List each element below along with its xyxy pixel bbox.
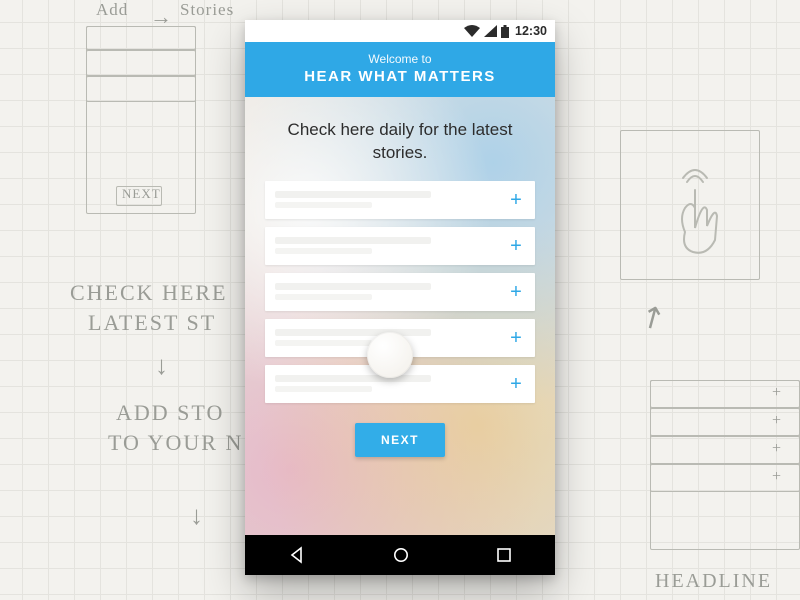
sketch-text-headline: HEADLINE <box>655 570 772 593</box>
sketch-text-to: TO YOUR N <box>108 430 243 456</box>
story-placeholder <box>275 181 505 219</box>
sketch-curve-arrow: ↗ <box>633 296 672 339</box>
cell-signal-icon <box>484 25 497 37</box>
add-story-button[interactable]: + <box>505 190 527 210</box>
sketch-plus: + <box>772 384 782 402</box>
sketch-hand-icon <box>655 160 735 260</box>
sketch-label-add: Add <box>96 0 128 20</box>
sketch-text-check: CHECK HERE <box>70 280 228 306</box>
sketch-wireframe-row <box>86 26 196 50</box>
story-placeholder <box>275 227 505 265</box>
add-story-button[interactable]: + <box>505 282 527 302</box>
touch-indicator-icon <box>367 332 413 378</box>
sketch-text-add: ADD STO <box>116 400 224 426</box>
android-navbar <box>245 535 555 575</box>
sketch-plus: + <box>772 468 782 486</box>
phone-frame: 12:30 Welcome to HEAR WHAT MATTERS Check… <box>245 20 555 575</box>
status-time: 12:30 <box>515 24 547 38</box>
sketch-wireframe-list <box>650 380 800 550</box>
add-story-button[interactable]: + <box>505 328 527 348</box>
nav-back-icon[interactable] <box>288 546 306 564</box>
add-story-button[interactable]: + <box>505 236 527 256</box>
android-statusbar: 12:30 <box>245 20 555 42</box>
headline-text: Check here daily for the latest stories. <box>245 97 555 181</box>
sketch-text-latest: LATEST ST <box>88 310 216 336</box>
sketch-wireframe-row <box>650 436 800 464</box>
story-card[interactable]: + <box>265 227 535 265</box>
story-card[interactable]: + <box>265 273 535 311</box>
sketch-wireframe-row <box>86 50 196 76</box>
sketch-wireframe-row <box>650 380 800 408</box>
sketch-plus: + <box>772 412 782 430</box>
sketch-plus: + <box>772 440 782 458</box>
story-card[interactable]: + <box>265 181 535 219</box>
story-placeholder <box>275 273 505 311</box>
sketch-label-next: NEXT <box>122 186 161 202</box>
sketch-wireframe-row <box>650 408 800 436</box>
app-body: Check here daily for the latest stories.… <box>245 97 555 535</box>
nav-home-icon[interactable] <box>392 546 410 564</box>
battery-icon <box>501 25 509 38</box>
sketch-label-stories: Stories <box>180 0 234 20</box>
app-header: Welcome to HEAR WHAT MATTERS <box>245 42 555 97</box>
header-subtitle: Welcome to <box>245 52 555 66</box>
sketch-arrow-down: ↓ <box>155 350 168 381</box>
header-title: HEAR WHAT MATTERS <box>245 68 555 85</box>
next-button[interactable]: NEXT <box>355 423 445 457</box>
sketch-wireframe-row <box>86 76 196 102</box>
sketch-next-box <box>116 186 162 206</box>
nav-recent-icon[interactable] <box>496 547 512 563</box>
sketch-wireframe-row <box>650 464 800 492</box>
wifi-icon <box>464 25 480 37</box>
sketch-wireframe-top <box>86 26 196 214</box>
sketch-arrow-down: ↓ <box>190 500 203 531</box>
sketch-arrow: → <box>150 4 172 30</box>
add-story-button[interactable]: + <box>505 374 527 394</box>
